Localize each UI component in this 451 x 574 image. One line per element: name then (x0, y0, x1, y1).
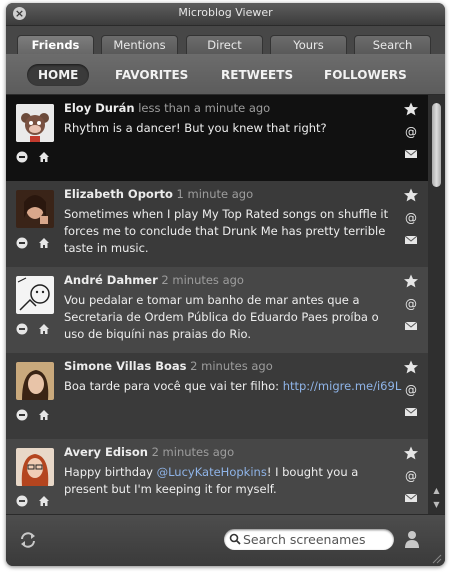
avatar[interactable] (16, 448, 54, 486)
resize-grip-icon[interactable] (430, 552, 442, 564)
tweet-author[interactable]: Avery Edison (64, 445, 148, 459)
subnav-retweets[interactable]: RETWEETS (221, 64, 293, 86)
star-icon[interactable] (403, 446, 419, 460)
tweet-author[interactable]: André Dahmer (64, 273, 158, 287)
home-icon[interactable] (38, 409, 50, 421)
screenname-search[interactable] (224, 529, 394, 550)
tweet-time: 2 minutes ago (161, 273, 244, 287)
tweet-text: Rhythm is a dancer! But you knew that ri… (64, 121, 327, 135)
tweet-text-body: Happy birthday (64, 465, 157, 479)
tweet-time: less than a minute ago (138, 101, 271, 115)
minus-circle-icon[interactable] (16, 237, 28, 249)
minus-circle-icon[interactable] (16, 495, 28, 507)
search-input[interactable] (243, 530, 388, 548)
tweet-text: Boa tarde para você que vai ter filho: h… (64, 378, 402, 395)
subnav-favorites[interactable]: FAVORITES (115, 64, 188, 86)
star-icon[interactable] (403, 188, 419, 202)
at-icon[interactable]: @ (403, 211, 419, 225)
tweet-text: Happy birthday @LucyKateHopkins! I bough… (64, 464, 402, 498)
tab-search[interactable]: Search (354, 35, 431, 54)
tweet-author[interactable]: Elizabeth Oporto (64, 187, 173, 201)
mail-icon[interactable] (403, 405, 419, 419)
scroll-up-arrow-icon[interactable]: ▲ (431, 485, 442, 496)
avatar[interactable] (16, 276, 54, 314)
tweet-text: Vou pedalar e tomar um banho de mar ante… (64, 293, 379, 341)
scroll-down-arrow-icon[interactable]: ▼ (431, 499, 442, 510)
timeline-list[interactable]: Eloy Durán less than a minute ago Rhythm… (6, 95, 428, 514)
tweet-text-body: Boa tarde para você que vai ter filho: (64, 379, 283, 393)
home-icon[interactable] (38, 323, 50, 335)
refresh-icon[interactable] (19, 531, 37, 549)
tweet-header: Elizabeth Oporto 1 minute ago (64, 187, 253, 201)
tweet-time: 2 minutes ago (190, 359, 273, 373)
tweet-item[interactable]: André Dahmer 2 minutes ago Vou pedalar e… (6, 267, 428, 353)
home-icon[interactable] (38, 495, 50, 507)
minus-circle-icon[interactable] (16, 323, 28, 335)
scrollbar-thumb[interactable] (432, 103, 441, 187)
window-title: Microblog Viewer (178, 6, 273, 19)
tweet-item[interactable]: Avery Edison 2 minutes ago Happy birthda… (6, 439, 428, 514)
scrollbar[interactable]: ▲ ▼ (428, 95, 445, 514)
tweet-header: André Dahmer 2 minutes ago (64, 273, 244, 287)
search-icon (229, 533, 241, 545)
tab-yours[interactable]: Yours (270, 35, 347, 54)
tweet-text: Sometimes when I play My Top Rated songs… (64, 207, 389, 255)
title-bar: × Microblog Viewer (6, 3, 445, 26)
star-icon[interactable] (403, 360, 419, 374)
avatar[interactable] (16, 362, 54, 400)
tweet-item[interactable]: Eloy Durán less than a minute ago Rhythm… (6, 95, 428, 181)
tweet-mention-link[interactable]: @LucyKateHopkins (157, 465, 267, 479)
tweet-header: Avery Edison 2 minutes ago (64, 445, 234, 459)
subnav-followers[interactable]: FOLLOWERS (324, 64, 407, 86)
mail-icon[interactable] (403, 319, 419, 333)
mail-icon[interactable] (403, 233, 419, 247)
minus-circle-icon[interactable] (16, 409, 28, 421)
tweet-author[interactable]: Eloy Durán (64, 101, 135, 115)
minus-circle-icon[interactable] (16, 151, 28, 163)
tab-friends[interactable]: Friends (17, 35, 94, 54)
at-icon[interactable]: @ (403, 383, 419, 397)
tweet-header: Eloy Durán less than a minute ago (64, 101, 270, 115)
tweet-time: 1 minute ago (176, 187, 254, 201)
mail-icon[interactable] (403, 491, 419, 505)
tweet-author[interactable]: Simone Villas Boas (64, 359, 187, 373)
tweet-link[interactable]: http://migre.me/i69L (283, 379, 402, 393)
avatar[interactable] (16, 104, 54, 142)
at-icon[interactable]: @ (403, 297, 419, 311)
tweet-item[interactable]: Elizabeth Oporto 1 minute ago Sometimes … (6, 181, 428, 267)
home-icon[interactable] (38, 151, 50, 163)
star-icon[interactable] (403, 274, 419, 288)
app-window: × Microblog Viewer Friends Mentions Dire… (6, 3, 445, 566)
avatar[interactable] (16, 190, 54, 228)
at-icon[interactable]: @ (403, 469, 419, 483)
at-icon[interactable]: @ (403, 125, 419, 139)
tweet-time: 2 minutes ago (151, 445, 235, 459)
tweet-header: Simone Villas Boas 2 minutes ago (64, 359, 273, 373)
home-icon[interactable] (38, 237, 50, 249)
bottom-toolbar (6, 514, 445, 566)
tweet-item[interactable]: Simone Villas Boas 2 minutes ago Boa tar… (6, 353, 428, 439)
mail-icon[interactable] (403, 147, 419, 161)
subnav-home[interactable]: HOME (27, 64, 90, 86)
sub-navigation: HOME FAVORITES RETWEETS FOLLOWERS (6, 54, 445, 95)
tab-bar: Friends Mentions Direct Yours Search (6, 26, 445, 54)
star-icon[interactable] (403, 102, 419, 116)
tab-mentions[interactable]: Mentions (101, 35, 178, 54)
user-icon[interactable] (405, 530, 419, 548)
tab-direct[interactable]: Direct (186, 35, 263, 54)
